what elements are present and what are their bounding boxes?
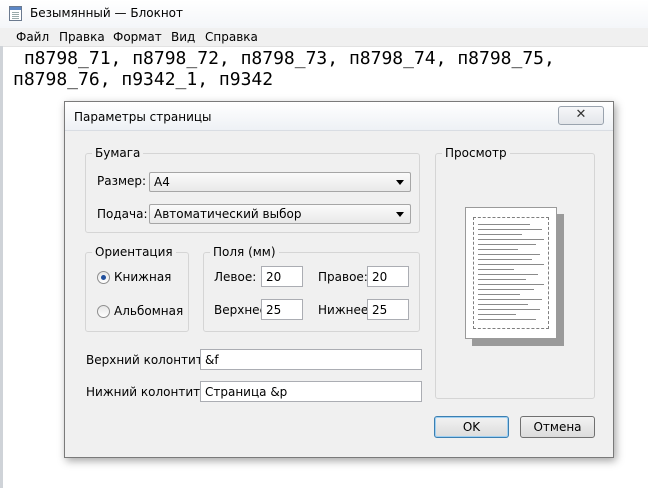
header-input[interactable]: &f <box>200 349 422 370</box>
preview-text-line <box>478 274 538 275</box>
footer-label: Нижний колонтитул: <box>86 385 219 399</box>
cancel-button[interactable]: Отмена <box>520 416 595 438</box>
margin-left-value: 20 <box>266 270 282 284</box>
preview-text-line <box>478 309 540 310</box>
preview-text-line <box>478 254 540 255</box>
portrait-radio[interactable] <box>97 271 110 284</box>
preview-text-line <box>478 229 542 230</box>
margin-left-label: Левое: <box>214 270 257 284</box>
menu-file[interactable]: Файл <box>16 30 49 44</box>
paper-group-label: Бумага <box>92 146 144 160</box>
preview-text-line <box>478 269 514 270</box>
orientation-group-label: Ориентация <box>92 245 176 259</box>
page-setup-dialog: Параметры страницы ✕ Бумага Размер: A4 П… <box>64 101 614 458</box>
paper-source-value: Автоматический выбор <box>154 207 302 221</box>
preview-text-line <box>478 224 530 225</box>
dialog-close-button[interactable]: ✕ <box>558 106 604 125</box>
notepad-text-area[interactable]: п8798_71, п8798_72, п8798_73, п8798_74, … <box>13 48 648 90</box>
footer-value: Страница &p <box>205 385 288 399</box>
margin-bottom-label: Нижнее: <box>318 303 373 317</box>
orientation-group: Ориентация Книжная Альбомная <box>85 245 189 332</box>
notepad-menubar: Файл Правка Формат Вид Справка <box>0 28 648 47</box>
header-value: &f <box>205 353 219 367</box>
preview-text-line <box>478 314 516 315</box>
preview-text-line <box>478 299 542 300</box>
menu-edit[interactable]: Правка <box>59 30 105 44</box>
notepad-app-icon <box>9 6 22 21</box>
paper-size-label: Размер: <box>97 174 147 188</box>
paper-size-select[interactable]: A4 <box>149 172 411 192</box>
footer-input[interactable]: Страница &p <box>200 381 422 402</box>
preview-text-line <box>478 259 532 260</box>
paper-size-value: A4 <box>154 175 170 189</box>
close-icon: ✕ <box>575 107 587 122</box>
landscape-label[interactable]: Альбомная <box>114 304 183 318</box>
dialog-title: Параметры страницы <box>74 110 212 124</box>
preview-text-line <box>478 279 526 280</box>
notepad-titlebar: Безымянный — Блокнот <box>0 0 648 29</box>
paper-source-select[interactable]: Автоматический выбор <box>149 204 411 224</box>
dialog-titlebar[interactable]: Параметры страницы ✕ <box>65 102 613 131</box>
text-line-1: п8798_71, п8798_72, п8798_73, п8798_74, … <box>13 48 555 69</box>
portrait-label[interactable]: Книжная <box>114 270 171 284</box>
chevron-down-icon <box>396 180 404 185</box>
margin-right-input[interactable]: 20 <box>367 266 409 287</box>
menu-format[interactable]: Формат <box>113 30 162 44</box>
margins-group: Поля (мм) Левое: 20 Правое: 20 Верхнее: … <box>203 245 420 332</box>
preview-text-line <box>478 244 536 245</box>
chevron-down-icon <box>396 212 404 217</box>
preview-text-line <box>478 234 522 235</box>
menu-view[interactable]: Вид <box>171 30 195 44</box>
margin-top-input[interactable]: 25 <box>261 299 303 320</box>
preview-page <box>465 207 557 339</box>
preview-text-line <box>478 304 528 305</box>
preview-text-line <box>478 284 544 285</box>
paper-group: Бумага Размер: A4 Подача: Автоматический… <box>85 146 420 233</box>
preview-text-line <box>478 294 520 295</box>
preview-text-line <box>478 239 544 240</box>
margin-right-value: 20 <box>372 270 388 284</box>
ok-button[interactable]: OK <box>434 416 509 438</box>
paper-source-label: Подача: <box>97 207 148 221</box>
preview-text-line <box>478 289 534 290</box>
text-line-2: п8798_76, п9342_1, п9342 <box>13 69 274 90</box>
margin-right-label: Правое: <box>318 270 368 284</box>
preview-group-label: Просмотр <box>442 146 510 160</box>
margins-group-label: Поля (мм) <box>210 245 279 259</box>
margin-left-input[interactable]: 20 <box>261 266 303 287</box>
preview-text-line <box>478 264 544 265</box>
preview-text-line <box>478 319 536 320</box>
window-left-edge <box>0 46 3 488</box>
preview-text-line <box>478 249 518 250</box>
margin-bottom-input[interactable]: 25 <box>367 299 409 320</box>
margin-bottom-value: 25 <box>372 303 388 317</box>
preview-margin-box <box>473 217 549 329</box>
margin-top-value: 25 <box>266 303 282 317</box>
notepad-window-title: Безымянный — Блокнот <box>30 6 184 20</box>
landscape-radio[interactable] <box>97 305 110 318</box>
menu-help[interactable]: Справка <box>205 30 258 44</box>
